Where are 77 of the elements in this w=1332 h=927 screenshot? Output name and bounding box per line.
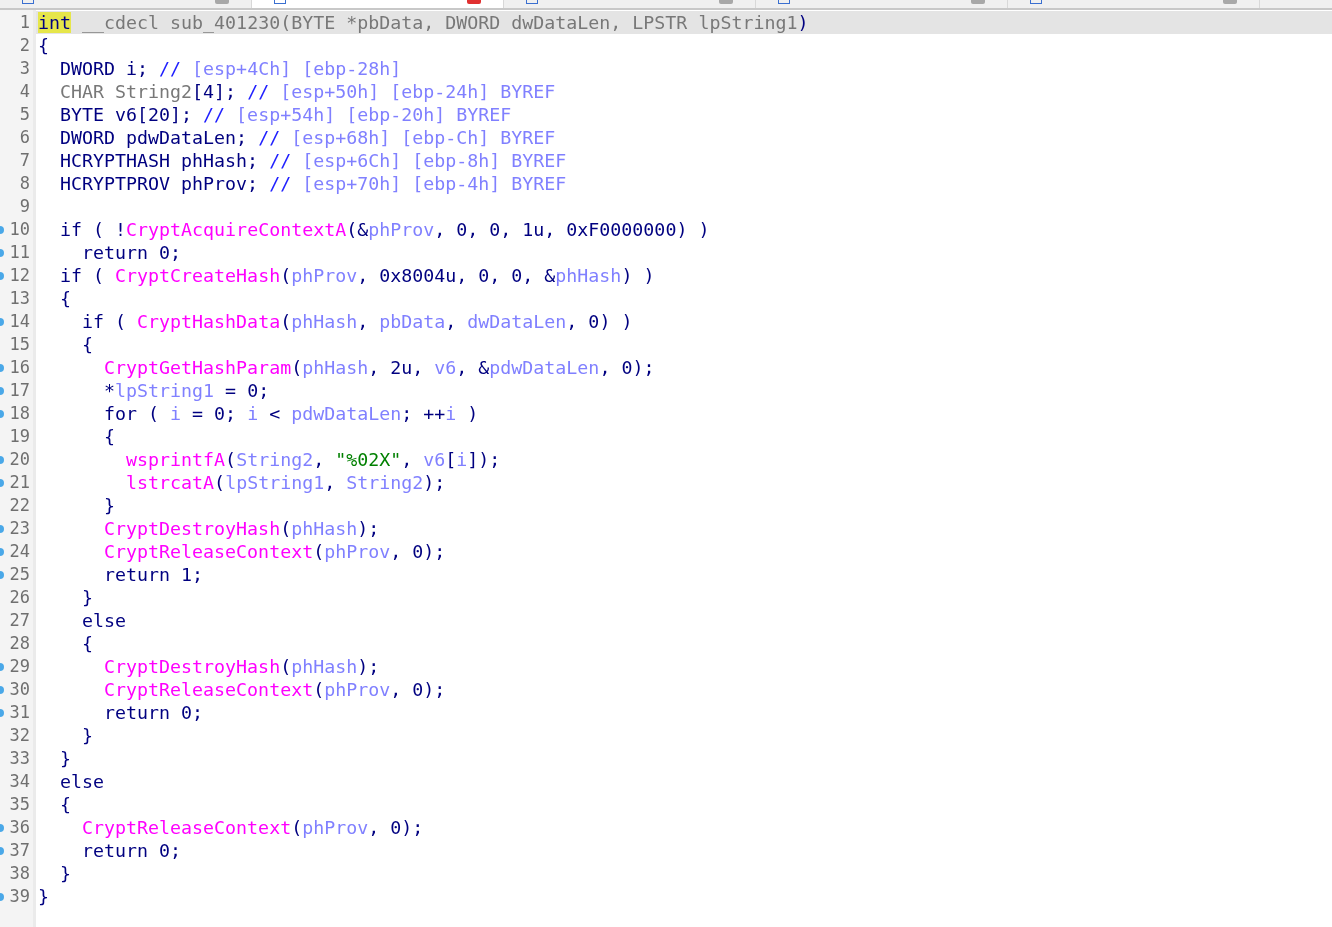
code-line: { [37,34,50,57]
code-line: *lpString1 = 0; [103,379,271,402]
code-line: return 0; [103,701,205,724]
code-line: CryptReleaseContext(phProv, 0); [103,540,447,563]
code-line: } [59,862,73,885]
code-line: } [81,586,95,609]
line-number: 18 [9,402,31,425]
tab[interactable] [252,0,504,8]
line-number: 12 [9,264,31,287]
code-line: { [81,333,95,356]
code-line: return 0; [81,241,183,264]
code-line: CryptDestroyHash(phHash); [103,655,381,678]
code-line: CHAR String2[4]; // [esp+50h] [ebp-24h] BYREF [59,80,557,103]
code-line: if ( CryptHashData(phHash, pbData, dwDataLen, 0) ) [81,310,634,333]
code-line: HCRYPTHASH phHash; // [esp+6Ch] [ebp-8h] BYREF [59,149,568,172]
line-number: 6 [19,126,31,149]
code-line: } [59,747,73,770]
line-number: 31 [9,701,31,724]
code-line: DWORD i; // [esp+4Ch] [ebp-28h] [59,57,403,80]
code-line: BYTE v6[20]; // [esp+54h] [ebp-20h] BYREF [59,103,513,126]
line-number: 1 [19,11,31,34]
line-number: 23 [9,517,31,540]
line-number: 11 [9,241,31,264]
code-line: HCRYPTPROV phProv; // [esp+70h] [ebp-4h] BYREF [59,172,568,195]
code-line: } [103,494,117,517]
line-number: 32 [9,724,31,747]
line-number: 28 [9,632,31,655]
line-number: 22 [9,494,31,517]
code-line: CryptReleaseContext(phProv, 0); [103,678,447,701]
code-line: } [81,724,95,747]
line-number: 24 [9,540,31,563]
code-line: return 1; [103,563,205,586]
line-number: 20 [9,448,31,471]
code-line: { [81,632,95,655]
line-number: 33 [9,747,31,770]
line-number: 3 [19,57,31,80]
code-line: } [37,885,50,908]
code-line: wsprintfA(String2, "%02X", v6[i]); [125,448,502,471]
line-number: 2 [19,34,31,57]
line-number: 29 [9,655,31,678]
code-line: else [81,609,128,632]
line-number: 38 [9,862,31,885]
line-number: 7 [19,149,31,172]
line-number: 8 [19,172,31,195]
line-number: 10 [9,218,31,241]
line-number: 34 [9,770,31,793]
line-number: 27 [9,609,31,632]
line-number: 35 [9,793,31,816]
line-number: 26 [9,586,31,609]
code-line: CryptGetHashParam(phHash, 2u, v6, &pdwDataLen, 0); [103,356,656,379]
line-number: 21 [9,471,31,494]
line-number: 13 [9,287,31,310]
code-line: CryptReleaseContext(phProv, 0); [81,816,425,839]
code-line: lstrcatA(lpString1, String2); [125,471,447,494]
line-number: 15 [9,333,31,356]
line-number: 25 [9,563,31,586]
code-line: { [103,425,117,448]
line-number: 16 [9,356,31,379]
code-line: { [59,287,73,310]
line-number: 30 [9,678,31,701]
line-number: 4 [19,80,31,103]
code-line: else [59,770,106,793]
code-line: if ( CryptCreateHash(phProv, 0x8004u, 0, 0, &phHash) ) [59,264,656,287]
line-number: 14 [9,310,31,333]
code-line: for ( i = 0; i < pdwDataLen; ++i ) [103,402,480,425]
line-number: 39 [9,885,31,908]
code-line: { [59,793,73,816]
line-number: 9 [19,195,31,218]
line-number: 19 [9,425,31,448]
code-line: CryptDestroyHash(phHash); [103,517,381,540]
code-line: DWORD pdwDataLen; // [esp+68h] [ebp-Ch] BYREF [59,126,557,149]
line-number: 5 [19,103,31,126]
line-number: 36 [9,816,31,839]
line-number: 17 [9,379,31,402]
code-line: if ( !CryptAcquireContextA(&phProv, 0, 0, 1u, 0xF0000000) ) [59,218,711,241]
code-line: return 0; [81,839,183,862]
line-number: 37 [9,839,31,862]
